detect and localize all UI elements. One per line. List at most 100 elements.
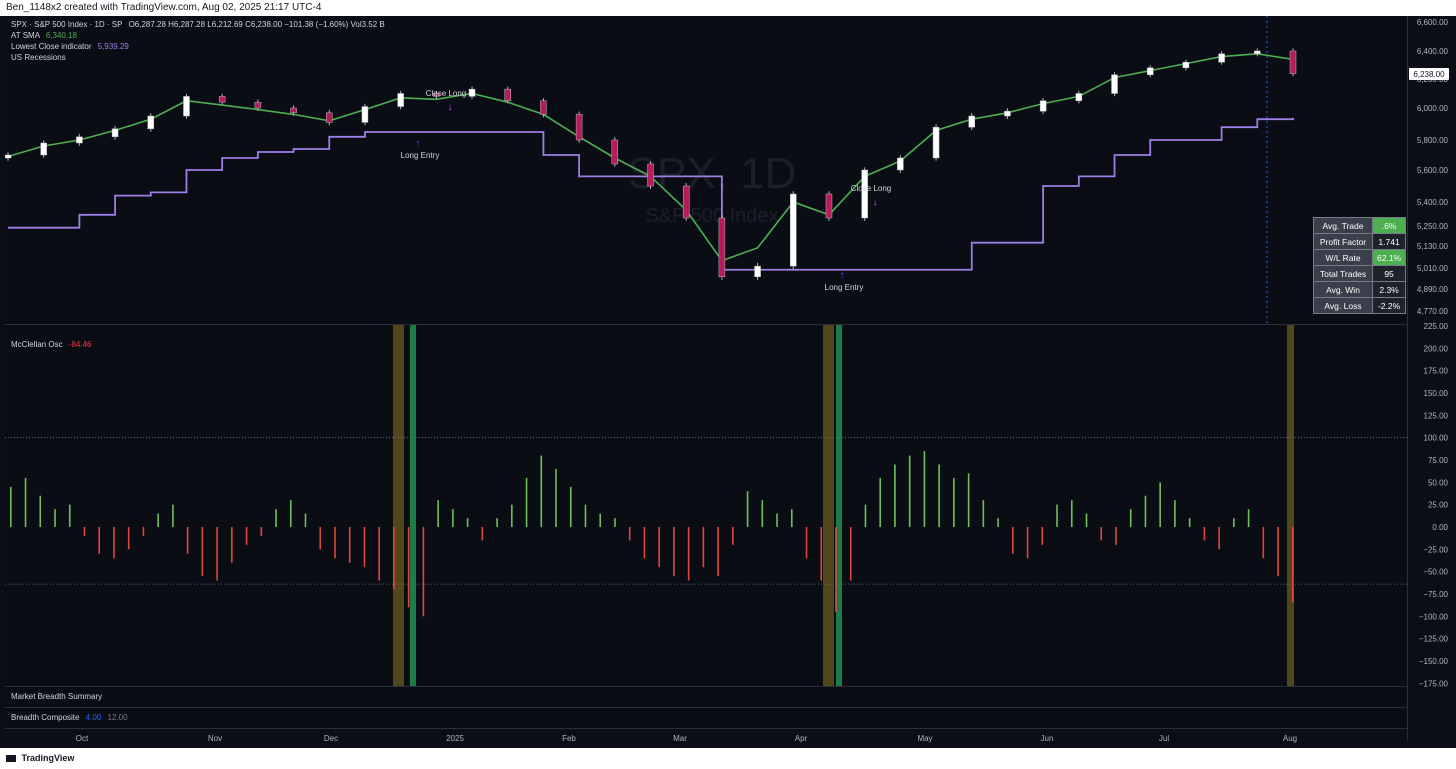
osc-bar xyxy=(245,527,248,545)
legend-lowest-line[interactable]: Lowest Close indicator 5,939.29 xyxy=(11,42,129,51)
candle-body xyxy=(254,101,262,109)
osc-bar xyxy=(717,527,719,577)
stats-table: Avg. Trade .6% Profit Factor 1.741 W/L Rat… xyxy=(1313,217,1407,314)
candle-body xyxy=(1039,100,1047,112)
price-axis-border[interactable] xyxy=(1407,16,1408,740)
osc-bar xyxy=(790,509,793,527)
osc-bar xyxy=(820,527,823,581)
osc-bar xyxy=(1085,513,1088,527)
long-entry-arrow: ↑ xyxy=(416,138,421,149)
osc-bar xyxy=(98,527,101,554)
price-chart: SPX, 1DS&P 500 IndexClose Long↓↑Long Ent… xyxy=(5,16,1297,324)
osc-bar xyxy=(1174,500,1176,527)
osc-bar xyxy=(1100,527,1103,541)
legend-symbol[interactable]: SPX · S&P 500 Index · 1D · SP xyxy=(11,20,122,29)
osc-bar xyxy=(673,527,675,577)
candle-body xyxy=(754,265,761,278)
candle-body xyxy=(575,114,583,141)
composite-pane[interactable]: Breadth Composite 4.00 12.00 xyxy=(5,708,1407,728)
osc-bar xyxy=(452,509,454,527)
candle-body xyxy=(1218,53,1225,63)
candle-body xyxy=(718,217,726,277)
stat-key: Avg. Trade xyxy=(1313,217,1373,234)
legend-sma-line[interactable]: AT SMA 6,340.18 xyxy=(11,31,77,40)
close-long-arrow: ↓ xyxy=(873,197,878,208)
osc-bar xyxy=(687,527,690,581)
osc-bar xyxy=(304,513,307,527)
osc-bar xyxy=(1056,504,1058,527)
osc-bar xyxy=(10,486,12,527)
osc-bar xyxy=(172,504,174,527)
oscillator-chart xyxy=(5,325,1407,686)
stat-value: 95 xyxy=(1371,265,1407,282)
stat-value: 62.1% xyxy=(1371,249,1407,266)
stats-row: Total Trades 95 xyxy=(1313,265,1407,282)
osc-bar xyxy=(864,504,867,527)
stat-key: Avg. Win xyxy=(1313,281,1373,298)
price-pane[interactable]: SPX, 1D S&P 500 Index Close Long ↓ ↑ Long Ent… xyxy=(5,16,1407,324)
osc-bar xyxy=(599,513,602,527)
osc-bar xyxy=(1247,509,1250,527)
candle-body xyxy=(682,185,690,219)
legend-sma-label: AT SMA xyxy=(11,31,40,40)
candle-body xyxy=(361,106,369,123)
candle-body xyxy=(5,154,12,159)
stat-value: .6% xyxy=(1371,217,1407,234)
stats-row: W/L Rate 62.1% xyxy=(1313,249,1407,266)
osc-bar xyxy=(24,477,27,527)
watermark-name: S&P 500 Index xyxy=(645,205,778,227)
osc-bar xyxy=(555,468,557,527)
summary-pane[interactable]: Market Breadth Summary xyxy=(5,687,1407,707)
osc-bar xyxy=(363,527,366,568)
candle-body xyxy=(1004,110,1011,117)
osc-bar xyxy=(39,495,42,527)
long-entry-label: Long Entry xyxy=(401,151,440,160)
candle-body xyxy=(968,115,975,128)
long-entry-label: Long Entry xyxy=(825,283,864,292)
osc-bar xyxy=(54,509,56,527)
stat-key: Total Trades xyxy=(1313,265,1373,282)
osc-bar xyxy=(658,527,660,568)
candle-body xyxy=(540,100,547,115)
osc-bar xyxy=(422,527,425,617)
osc-bar xyxy=(702,527,705,568)
osc-bar xyxy=(186,527,189,554)
candle-body xyxy=(111,128,119,138)
osc-bar xyxy=(1188,518,1191,527)
osc-bar xyxy=(540,455,543,527)
osc-bar xyxy=(1159,482,1161,527)
tradingview-logo[interactable]: TradingView xyxy=(6,748,74,769)
legend-ohlc: O6,287.28 H6,287.28 L6,212.69 C6,238.00 … xyxy=(128,20,385,29)
candle-body xyxy=(326,112,333,123)
candle-body xyxy=(932,126,940,159)
long-entry-arrow: ↑ xyxy=(840,270,845,281)
summary-label: Market Breadth Summary xyxy=(11,692,103,701)
composite-label: Breadth Composite xyxy=(11,713,80,722)
osc-bar xyxy=(614,518,616,527)
candle-body xyxy=(1182,61,1190,69)
osc-bar xyxy=(1203,527,1206,541)
stat-value: -2.2% xyxy=(1371,297,1407,314)
candle-body xyxy=(1254,50,1261,55)
osc-bar xyxy=(1144,495,1147,527)
oscillator-legend[interactable]: McClellan Osc -84.46 xyxy=(11,340,92,349)
osc-bar xyxy=(776,513,778,527)
osc-bar xyxy=(1262,527,1265,559)
close-long-arrow: ↓ xyxy=(448,102,453,113)
osc-bar xyxy=(201,527,204,577)
candle-body xyxy=(468,88,476,97)
osc-bar xyxy=(1012,527,1014,554)
osc-bar xyxy=(113,527,115,559)
oscillator-pane[interactable]: McClellan Osc -84.46 xyxy=(5,325,1407,686)
composite-value1: 4.00 xyxy=(85,713,102,722)
osc-bar xyxy=(216,527,218,581)
candle-body xyxy=(611,139,619,165)
legend-recessions-line[interactable]: US Recessions xyxy=(11,53,66,62)
legend-symbol-line: SPX · S&P 500 Index · 1D · SP O6,287.28 … xyxy=(11,20,385,29)
legend-sma-value: 6,340.18 xyxy=(45,31,77,40)
osc-bar xyxy=(569,486,572,527)
candle-body xyxy=(825,193,833,219)
composite-value2: 12.00 xyxy=(107,713,128,722)
candle-body xyxy=(647,163,654,187)
close-long-label: Close Long xyxy=(851,184,891,193)
